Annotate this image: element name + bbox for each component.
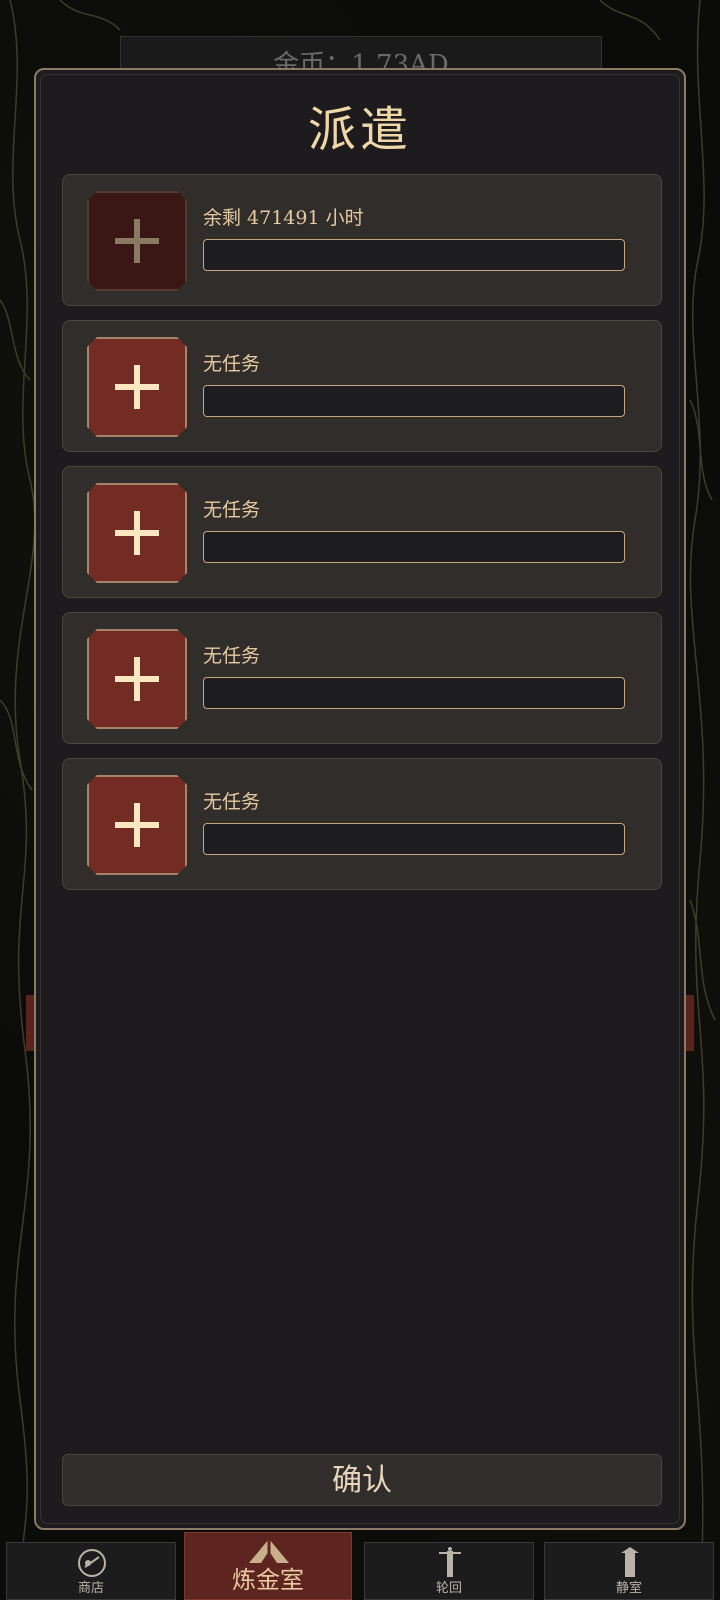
slot-status: 无任务 [203,353,261,375]
plus-icon-stroke [134,219,140,263]
nav-item-alchemy[interactable]: 炼金室 [184,1532,352,1600]
nav-item-quiet-room[interactable]: 静室 [544,1542,714,1600]
confirm-button[interactable]: 确认 [62,1454,662,1506]
dispatch-slot: 无任务 [62,758,662,890]
slot-status: 无任务 [203,645,261,667]
slot-status: 无任务 [203,499,261,521]
pillar-icon [365,1545,533,1579]
dispatch-modal: 派遣 余剩 471491 小时 无任务 无任务 无任务 无任务 确认 [34,68,686,1530]
dispatch-slot: 无任务 [62,466,662,598]
task-field[interactable] [203,239,625,271]
modal-title: 派遣 [307,102,412,158]
nav-label: 商店 [77,1581,104,1596]
add-hero-button[interactable] [87,483,187,583]
add-hero-button[interactable] [87,191,187,291]
task-field[interactable] [203,531,625,563]
slot-status: 无任务 [203,791,261,813]
task-field[interactable] [203,385,625,417]
nav-item-shop[interactable]: 商店 [6,1542,176,1600]
nav-label: 静室 [615,1581,642,1596]
dispatch-slot: 无任务 [62,612,662,744]
bottom-nav: 商店 炼金室 轮回 静室 [0,1532,720,1600]
add-hero-button[interactable] [87,629,187,729]
task-field[interactable] [203,677,625,709]
task-field[interactable] [203,823,625,855]
nav-label: 轮回 [435,1581,462,1596]
slot-status: 余剩 471491 小时 [203,207,364,229]
shop-icon [7,1545,175,1579]
add-hero-button[interactable] [87,337,187,437]
tower-icon [545,1545,713,1579]
nav-item-reincarnation[interactable]: 轮回 [364,1542,534,1600]
add-hero-button[interactable] [87,775,187,875]
dispatch-slot: 无任务 [62,320,662,452]
nav-label: 炼金室 [232,1566,304,1594]
dispatch-slot: 余剩 471491 小时 [62,174,662,306]
plus-icon-stroke [134,803,140,847]
plus-icon-stroke [134,511,140,555]
side-tab-right [686,995,694,1051]
plus-icon-stroke [134,365,140,409]
plus-icon-stroke [134,657,140,701]
